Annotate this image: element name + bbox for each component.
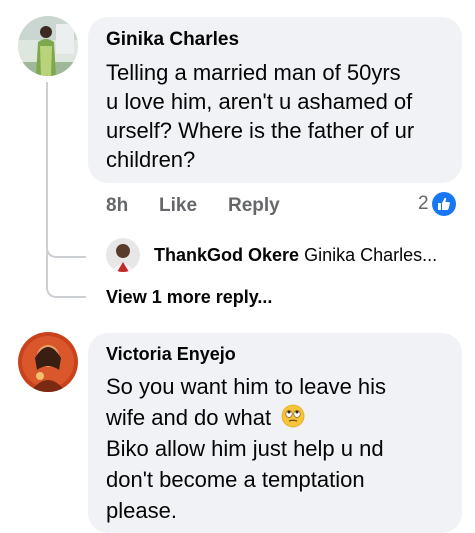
comment-text-line: wife and do what <box>106 402 456 433</box>
comment-author[interactable]: Ginika Charles <box>106 29 239 51</box>
comment-text-line: please. <box>106 498 177 523</box>
comment-text-line: Telling a married man of 50yrs <box>106 60 401 85</box>
thread-line <box>46 82 86 258</box>
comment-text-line: u love him, aren't u ashamed of <box>106 89 413 114</box>
reaction-count: 2 <box>418 193 429 214</box>
comment-text-line: So you want him to leave his <box>106 374 387 399</box>
avatar-ginika-charles[interactable] <box>18 16 78 76</box>
comment-text-line: children? <box>106 147 196 172</box>
comment-text-line: Biko allow him just help u nd <box>106 436 384 461</box>
comment-text-line: urself? Where is the father of ur <box>106 118 415 143</box>
reply-button[interactable]: Reply <box>228 195 280 217</box>
reply-author[interactable]: ThankGod Okere <box>154 245 299 265</box>
comment-text-segment: wife and do what <box>106 405 272 430</box>
thread-line <box>46 250 86 298</box>
reply-preview[interactable]: ThankGod Okere Ginika Charles... <box>154 245 437 266</box>
avatar-victoria-enyejo[interactable] <box>18 332 78 392</box>
reply-snippet: Ginika Charles... <box>304 245 438 265</box>
view-more-replies-link[interactable]: View 1 more reply... <box>106 287 272 308</box>
reaction-summary[interactable]: 2 <box>418 191 456 217</box>
comment-text-line: don't become a temptation <box>106 467 365 492</box>
eye-roll-emoji-icon <box>281 404 305 428</box>
like-icon <box>431 192 456 216</box>
comment-text: Telling a married man of 50yrs u love hi… <box>106 58 456 174</box>
like-button[interactable]: Like <box>159 195 197 217</box>
comment-text: So you want him to leave his wife and do… <box>106 371 456 526</box>
comment-timestamp[interactable]: 8h <box>106 195 128 217</box>
comment-author[interactable]: Victoria Enyejo <box>106 344 236 365</box>
avatar-thankgod-okere[interactable] <box>106 238 140 272</box>
